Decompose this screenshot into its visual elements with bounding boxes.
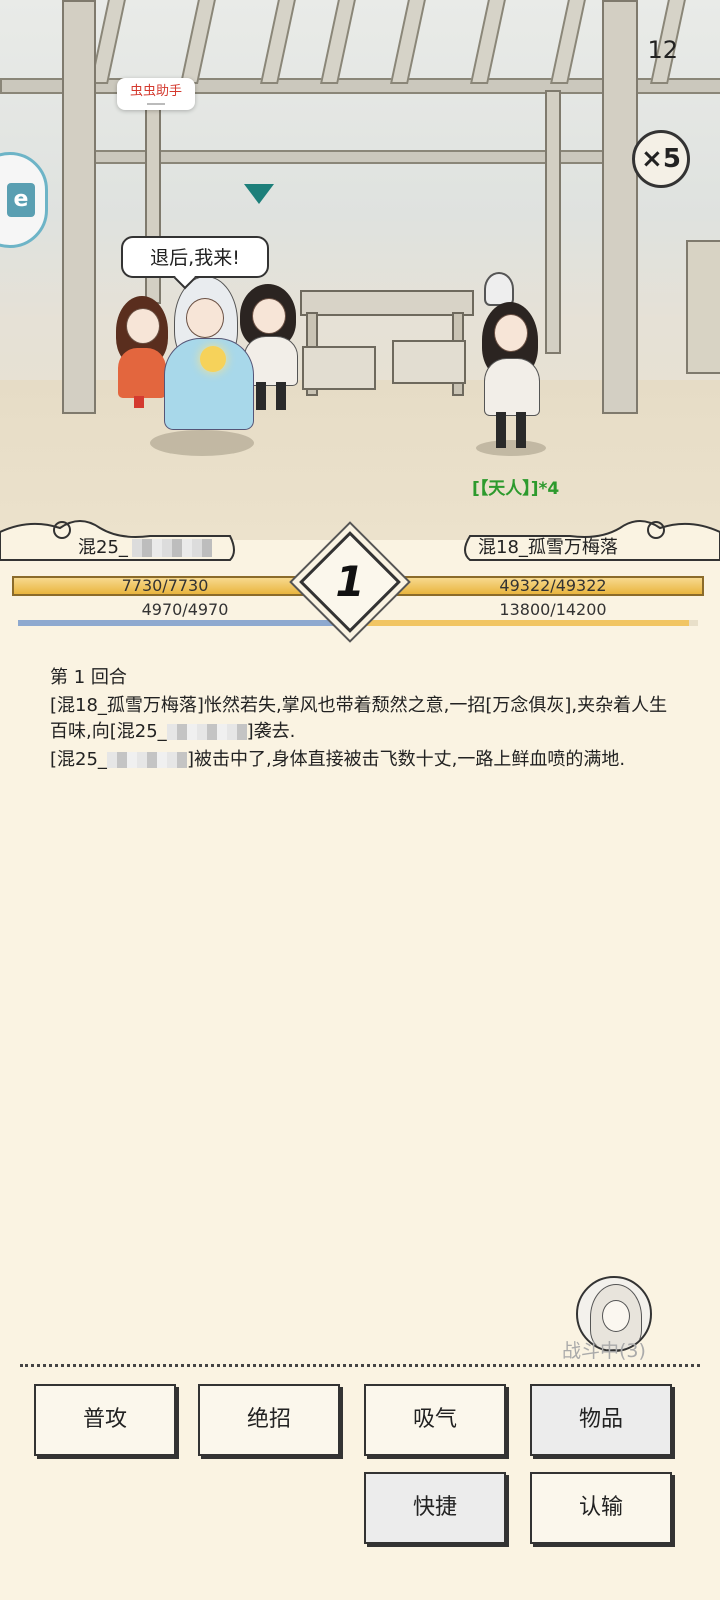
rafter bbox=[470, 0, 508, 84]
log-entry: [混25_]被击中了,身体直接被击飞数十丈,一路上鲜血喷的满地. bbox=[50, 749, 626, 770]
app-logo-icon: e bbox=[7, 183, 35, 217]
log-round-heading: 第 1 回合 bbox=[50, 667, 127, 688]
left-hp-text: 7730/7730 bbox=[121, 576, 209, 595]
enemy-title-tag: [【天人】]*4 bbox=[472, 479, 560, 499]
surrender-button[interactable]: 认输 bbox=[530, 1472, 672, 1544]
speed-toggle-button[interactable]: ×5 bbox=[632, 130, 690, 188]
pillar bbox=[545, 90, 561, 354]
breathe-button[interactable]: 吸气 bbox=[364, 1384, 506, 1456]
round-number: 1 bbox=[335, 557, 365, 606]
pillar bbox=[602, 0, 638, 414]
chair bbox=[392, 340, 466, 384]
rafter bbox=[320, 0, 358, 84]
speech-bubble: 退后,我来! bbox=[121, 236, 269, 278]
battle-status: 战斗中(3) bbox=[562, 1340, 646, 1362]
chair bbox=[302, 346, 376, 390]
redacted-name bbox=[166, 724, 247, 740]
ally-character-blue[interactable] bbox=[160, 276, 256, 446]
divider bbox=[20, 1364, 700, 1367]
assistant-button[interactable]: 虫虫助手 bbox=[117, 78, 195, 110]
right-mp-bar bbox=[364, 620, 698, 626]
ultimate-button[interactable]: 绝招 bbox=[198, 1384, 340, 1456]
vase bbox=[484, 272, 514, 306]
pillar bbox=[62, 0, 96, 414]
left-mp-text: 4970/4970 bbox=[141, 600, 229, 619]
battle-log: 第 1 回合 [混18_孤雪万梅落]怅然若失,掌风也带着颓然之意,一招[万念俱灰… bbox=[50, 665, 670, 775]
battle-scene: 退后,我来! [【天人】]*4 虫虫助手 e 12 ×5 bbox=[0, 0, 720, 540]
cabinet bbox=[686, 240, 720, 374]
items-button[interactable]: 物品 bbox=[530, 1384, 672, 1456]
quick-button[interactable]: 快捷 bbox=[364, 1472, 506, 1544]
log-entry: [混18_孤雪万梅落]怅然若失,掌风也带着颓然之意,一招[万念俱灰],夹杂着人生… bbox=[50, 695, 668, 742]
redacted-name bbox=[106, 752, 187, 768]
rafter bbox=[260, 0, 298, 84]
rafter bbox=[180, 0, 218, 84]
player-right-name: 混18_孤雪万梅落 bbox=[478, 537, 618, 558]
status-time: 12 bbox=[647, 36, 678, 64]
table bbox=[300, 290, 474, 316]
active-turn-marker-icon bbox=[244, 184, 274, 204]
right-mp-text: 13800/14200 bbox=[499, 600, 607, 619]
enemy-character[interactable] bbox=[476, 302, 546, 452]
attack-button[interactable]: 普攻 bbox=[34, 1384, 176, 1456]
assistant-label: 虫虫助手 bbox=[129, 84, 182, 99]
rafter bbox=[550, 0, 588, 84]
redacted-name bbox=[131, 539, 212, 557]
rafter bbox=[390, 0, 428, 84]
left-mp-bar bbox=[18, 620, 346, 626]
right-hp-text: 49322/49322 bbox=[499, 576, 607, 595]
player-left-name: 混25_ bbox=[78, 534, 212, 562]
floating-side-handle[interactable]: e bbox=[0, 152, 48, 248]
